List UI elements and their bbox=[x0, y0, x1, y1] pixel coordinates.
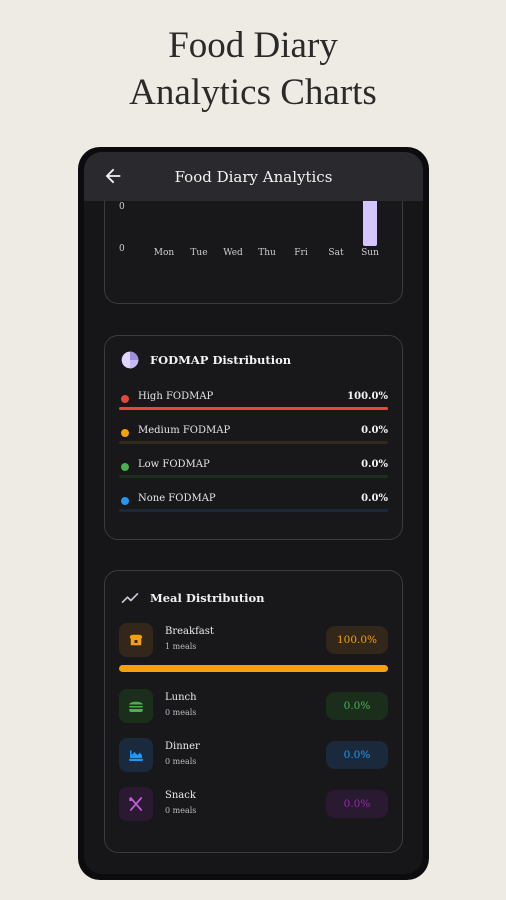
dinner-icon bbox=[129, 750, 143, 761]
pie-chart-icon bbox=[121, 351, 139, 369]
x-axis-label-thu: Thu bbox=[258, 248, 276, 258]
meal-name: Snack bbox=[165, 790, 196, 801]
meal-icon-box bbox=[119, 738, 153, 772]
promo-title: Food Diary Analytics Charts bbox=[0, 22, 506, 116]
meal-row-breakfast[interactable]: Breakfast 1 meals 100.0% bbox=[119, 623, 388, 659]
fodmap-label: Low FODMAP bbox=[138, 459, 210, 470]
breakfast-progress-bar bbox=[119, 665, 388, 672]
high-fodmap-dot bbox=[121, 395, 129, 403]
fodmap-progress-track bbox=[119, 509, 388, 512]
meal-card-header: Meal Distribution bbox=[120, 588, 265, 608]
meal-card-title: Meal Distribution bbox=[150, 591, 265, 605]
fodmap-distribution-card: FODMAP Distribution High FODMAP 100.0% M… bbox=[104, 335, 403, 540]
fodmap-row-high: High FODMAP 100.0% bbox=[119, 391, 388, 413]
app-screen: 0 0 Mon Tue Wed Thu Fri Sat Sun Food Dia… bbox=[84, 152, 423, 874]
app-bar-title: Food Diary Analytics bbox=[174, 167, 333, 186]
promo-title-line-1: Food Diary bbox=[168, 25, 338, 66]
fodmap-card-title: FODMAP Distribution bbox=[150, 353, 292, 367]
app-bar: Food Diary Analytics bbox=[84, 152, 423, 201]
fodmap-row-medium: Medium FODMAP 0.0% bbox=[119, 425, 388, 447]
phone-frame: 0 0 Mon Tue Wed Thu Fri Sat Sun Food Dia… bbox=[78, 147, 429, 880]
fodmap-progress-track bbox=[119, 407, 388, 410]
meal-row-dinner[interactable]: Dinner 0 meals 0.0% bbox=[119, 738, 388, 774]
meal-count: 1 meals bbox=[165, 642, 197, 651]
meal-percentage-badge: 100.0% bbox=[326, 626, 388, 654]
back-button[interactable] bbox=[102, 165, 124, 187]
x-axis-label-sun: Sun bbox=[361, 248, 379, 258]
meal-count: 0 meals bbox=[165, 806, 197, 815]
fodmap-progress-fill bbox=[119, 407, 388, 410]
meal-name: Breakfast bbox=[165, 626, 214, 637]
fodmap-progress-track bbox=[119, 441, 388, 444]
meal-icon-box bbox=[119, 623, 153, 657]
x-axis-label-wed: Wed bbox=[223, 248, 243, 258]
fodmap-progress-track bbox=[119, 475, 388, 478]
fodmap-card-header: FODMAP Distribution bbox=[120, 350, 291, 370]
trending-up-icon bbox=[121, 593, 139, 603]
low-fodmap-dot bbox=[121, 463, 129, 471]
meal-name: Dinner bbox=[165, 741, 200, 752]
fodmap-label: High FODMAP bbox=[138, 391, 214, 402]
arrow-left-icon bbox=[105, 168, 121, 184]
promo-title-line-2: Analytics Charts bbox=[129, 72, 377, 113]
medium-fodmap-dot bbox=[121, 429, 129, 437]
burger-icon bbox=[129, 701, 143, 712]
meal-count: 0 meals bbox=[165, 757, 197, 766]
meal-percentage-badge: 0.0% bbox=[326, 790, 388, 818]
fork-knife-icon bbox=[129, 797, 143, 811]
meal-row-snack[interactable]: Snack 0 meals 0.0% bbox=[119, 787, 388, 823]
fodmap-value: 0.0% bbox=[361, 493, 388, 504]
fodmap-label: None FODMAP bbox=[138, 493, 216, 504]
meal-count: 0 meals bbox=[165, 708, 197, 717]
meal-icon-box bbox=[119, 787, 153, 821]
fodmap-row-low: Low FODMAP 0.0% bbox=[119, 459, 388, 481]
x-axis-label-fri: Fri bbox=[294, 248, 308, 258]
meal-name: Lunch bbox=[165, 692, 197, 703]
toast-icon bbox=[129, 634, 143, 646]
meal-percentage-badge: 0.0% bbox=[326, 741, 388, 769]
x-axis-label-tue: Tue bbox=[190, 248, 208, 258]
x-axis-label-mon: Mon bbox=[153, 248, 175, 258]
x-axis-label-sat: Sat bbox=[328, 248, 344, 258]
fodmap-row-none: None FODMAP 0.0% bbox=[119, 493, 388, 515]
none-fodmap-dot bbox=[121, 497, 129, 505]
fodmap-value: 0.0% bbox=[361, 425, 388, 436]
fodmap-value: 0.0% bbox=[361, 459, 388, 470]
fodmap-label: Medium FODMAP bbox=[138, 425, 231, 436]
meal-percentage-badge: 0.0% bbox=[326, 692, 388, 720]
meal-row-lunch[interactable]: Lunch 0 meals 0.0% bbox=[119, 689, 388, 725]
y-axis-tick: 0 bbox=[119, 202, 125, 212]
meal-distribution-card: Meal Distribution Breakfast 1 meals 100.… bbox=[104, 570, 403, 853]
y-axis-tick: 0 bbox=[119, 244, 125, 254]
fodmap-value: 100.0% bbox=[347, 391, 388, 402]
meal-icon-box bbox=[119, 689, 153, 723]
